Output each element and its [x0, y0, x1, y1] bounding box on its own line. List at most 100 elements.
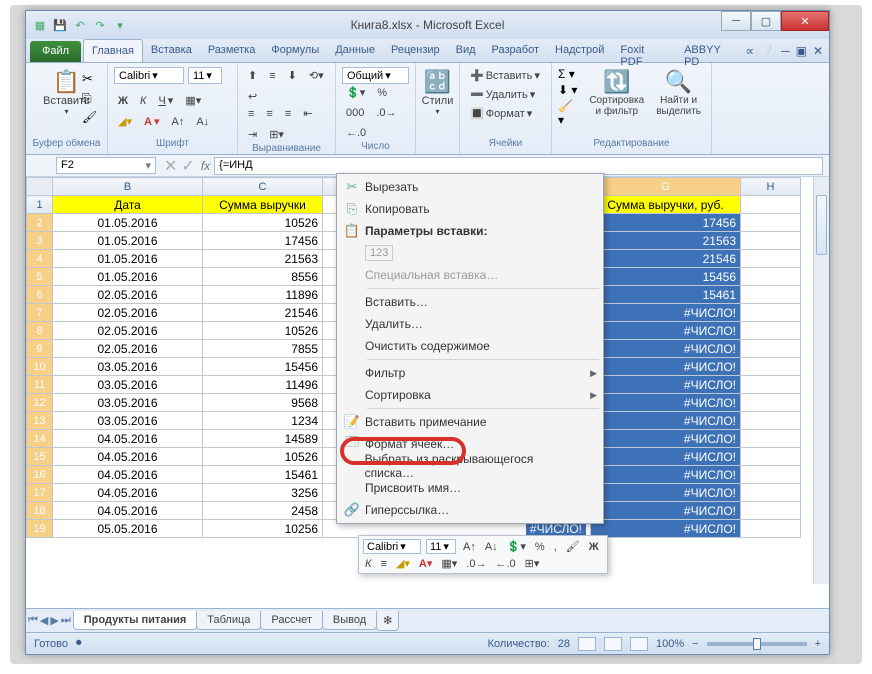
font-color-button[interactable]: A▾ [140, 113, 163, 130]
cell-C13[interactable]: 1234 [203, 412, 323, 430]
cell-G2[interactable]: 17456 [591, 214, 741, 232]
cells-delete-button[interactable]: ➖ Удалить ▾ [466, 86, 545, 103]
inc-decimal-button[interactable]: .0→ [372, 105, 400, 121]
fill-color-button[interactable]: ◢▾ [114, 113, 136, 130]
cell-H10[interactable] [741, 358, 801, 376]
cell-B3[interactable]: 01.05.2016 [53, 232, 203, 250]
mini-border[interactable]: ▦▾ [439, 557, 459, 570]
wrap-button[interactable]: ↩ [244, 88, 261, 105]
mini-merge[interactable]: ⊞▾ [523, 557, 542, 570]
cell-G16[interactable]: #ЧИСЛО! [591, 466, 741, 484]
mini-size-combo[interactable]: 11▾ [426, 539, 456, 554]
italic-button[interactable]: К [136, 93, 150, 109]
formula-bar[interactable]: {=ИНД [214, 157, 823, 175]
name-box[interactable]: F2▾ [56, 157, 156, 174]
qat-save-icon[interactable]: 💾 [52, 17, 68, 33]
cell-C17[interactable]: 3256 [203, 484, 323, 502]
ctx-comment[interactable]: 📝Вставить примечание [339, 411, 601, 433]
tab-developer[interactable]: Разработ [484, 39, 547, 62]
cell-H11[interactable] [741, 376, 801, 394]
row-header-16[interactable]: 16 [27, 466, 53, 484]
cell-H18[interactable] [741, 502, 801, 520]
cell-G15[interactable]: #ЧИСЛО! [591, 448, 741, 466]
cell-H17[interactable] [741, 484, 801, 502]
mini-currency[interactable]: 💲▾ [505, 540, 528, 553]
tab-view[interactable]: Вид [448, 39, 484, 62]
cell-G13[interactable]: #ЧИСЛО! [591, 412, 741, 430]
cells-format-button[interactable]: 🔳 Формат ▾ [466, 105, 545, 122]
orientation-button[interactable]: ⟲▾ [305, 67, 328, 84]
zoom-in-button[interactable]: + [815, 638, 821, 650]
select-all-corner[interactable] [27, 178, 53, 196]
cell-G14[interactable]: #ЧИСЛО! [591, 430, 741, 448]
cell-H16[interactable] [741, 466, 801, 484]
help-icon[interactable]: ❔ [760, 44, 775, 58]
qat-redo-icon[interactable]: ↷ [92, 17, 108, 33]
indent-dec-button[interactable]: ⇤ [299, 105, 316, 122]
font-size-combo[interactable]: 11▾ [188, 67, 222, 84]
cell-G11[interactable]: #ЧИСЛО! [591, 376, 741, 394]
cell-B14[interactable]: 04.05.2016 [53, 430, 203, 448]
col-header-B[interactable]: B [53, 178, 203, 196]
cell-C18[interactable]: 2458 [203, 502, 323, 520]
view-normal-button[interactable] [578, 637, 596, 651]
cell-G3[interactable]: 21563 [591, 232, 741, 250]
cell-B2[interactable]: 01.05.2016 [53, 214, 203, 232]
mini-dec-dec[interactable]: ←.0 [493, 558, 517, 570]
cell-B5[interactable]: 01.05.2016 [53, 268, 203, 286]
maximize-button[interactable]: ▢ [751, 11, 781, 31]
row-header-8[interactable]: 8 [27, 322, 53, 340]
cell-B17[interactable]: 04.05.2016 [53, 484, 203, 502]
cell-B19[interactable]: 05.05.2016 [53, 520, 203, 538]
shrink-font-button[interactable]: A↓ [192, 114, 213, 130]
row-header-1[interactable]: 1 [27, 196, 53, 214]
mini-grow-font[interactable]: A↑ [461, 541, 478, 553]
ctx-copy[interactable]: ⎘Копировать [339, 198, 601, 220]
mini-bold[interactable]: Ж [587, 541, 601, 553]
cell-C8[interactable]: 10526 [203, 322, 323, 340]
row-header-19[interactable]: 19 [27, 520, 53, 538]
mini-font-combo[interactable]: Calibri▾ [363, 539, 421, 554]
cell-B10[interactable]: 03.05.2016 [53, 358, 203, 376]
cell-H5[interactable] [741, 268, 801, 286]
row-header-12[interactable]: 12 [27, 394, 53, 412]
cell-C16[interactable]: 15461 [203, 466, 323, 484]
row-header-6[interactable]: 6 [27, 286, 53, 304]
cancel-formula-icon[interactable]: ✕ [162, 156, 179, 176]
cell-B12[interactable]: 03.05.2016 [53, 394, 203, 412]
tab-review[interactable]: Рецензир [383, 39, 448, 62]
find-select-button[interactable]: 🔍Найти и выделить [652, 67, 705, 127]
cell-C9[interactable]: 7855 [203, 340, 323, 358]
fill-button[interactable]: ⬇ ▾ [558, 83, 581, 97]
minimize-button[interactable]: ─ [721, 11, 751, 31]
cell-H9[interactable] [741, 340, 801, 358]
cell-H19[interactable] [741, 520, 801, 538]
mini-format-painter[interactable]: 🖌 [564, 540, 582, 553]
ctx-insert[interactable]: Вставить… [339, 291, 601, 313]
cell-H6[interactable] [741, 286, 801, 304]
cell-H8[interactable] [741, 322, 801, 340]
indent-inc-button[interactable]: ⇥ [244, 126, 261, 143]
clear-button[interactable]: 🧹 ▾ [558, 99, 581, 127]
sheet-tab-1[interactable]: Таблица [196, 611, 261, 630]
qat-customize-icon[interactable]: ▾ [112, 17, 128, 33]
cell-C10[interactable]: 15456 [203, 358, 323, 376]
cell-G9[interactable]: #ЧИСЛО! [591, 340, 741, 358]
tab-foxit[interactable]: Foxit PDF [612, 39, 676, 62]
mini-inc-dec[interactable]: .0→ [464, 558, 488, 570]
doc-close-icon[interactable]: ✕ [813, 44, 823, 58]
mini-shrink-font[interactable]: A↓ [483, 541, 500, 553]
cell-C12[interactable]: 9568 [203, 394, 323, 412]
cell-C2[interactable]: 10526 [203, 214, 323, 232]
qat-undo-icon[interactable]: ↶ [72, 17, 88, 33]
row-header-10[interactable]: 10 [27, 358, 53, 376]
scrollbar-thumb[interactable] [816, 195, 827, 255]
dec-decimal-button[interactable]: ←.0 [342, 125, 370, 141]
cell-C7[interactable]: 21546 [203, 304, 323, 322]
cell-B8[interactable]: 02.05.2016 [53, 322, 203, 340]
align-left-button[interactable]: ≡ [244, 106, 258, 122]
mini-align[interactable]: ≡ [378, 558, 388, 570]
cell-G5[interactable]: 15456 [591, 268, 741, 286]
view-layout-button[interactable] [604, 637, 622, 651]
row-header-15[interactable]: 15 [27, 448, 53, 466]
